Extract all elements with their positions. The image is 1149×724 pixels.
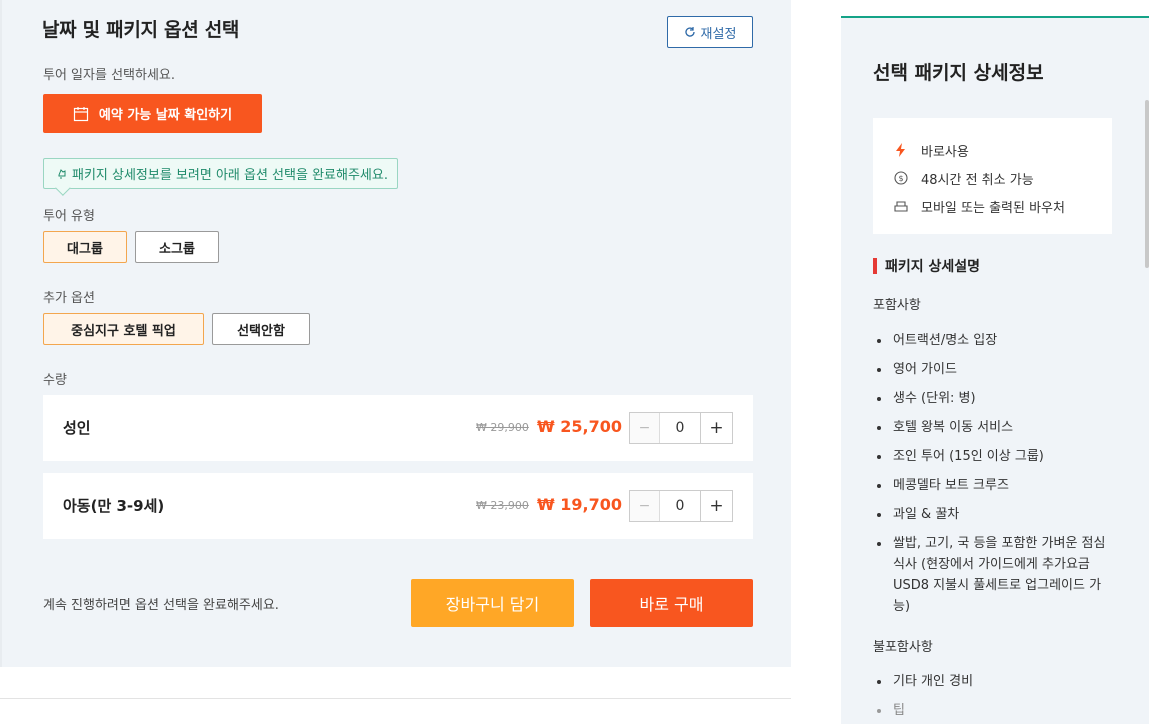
list-item: 쌀밥, 고기, 국 등을 포함한 가벼운 점심 식사 (현장에서 가이드에게 추… xyxy=(873,533,1113,617)
reset-label: 재설정 xyxy=(700,26,737,42)
options-title: 날짜 및 패키지 옵션 선택 xyxy=(42,19,240,41)
check-dates-button[interactable]: 예약 가능 날짜 확인하기 xyxy=(43,94,262,133)
included-label: 포함사항 xyxy=(873,298,921,313)
extra-hotel-pickup[interactable]: 중심지구 호텔 픽업 xyxy=(43,313,204,345)
list-item: 팁 xyxy=(873,700,1113,721)
tip-text: 패키지 상세정보를 보려면 아래 옵션 선택을 완료해주세요. xyxy=(72,168,388,183)
quantity-label: 수량 xyxy=(43,373,67,388)
list-item: 조인 투어 (15인 이상 그룹) xyxy=(873,446,1113,467)
feature-label: 48시간 전 취소 가능 xyxy=(921,172,1034,188)
hint-icon xyxy=(58,168,66,179)
feature-box: 바로사용 $ 48시간 전 취소 가능 모바일 또는 출력된 바우처 xyxy=(873,118,1112,234)
quantity-row-child: 아동(만 3-9세) ₩ 23,900 ₩ 19,700 − 0 + xyxy=(43,473,753,539)
feature-item: $ 48시간 전 취소 가능 xyxy=(893,164,1112,192)
scrollbar[interactable] xyxy=(1145,100,1149,268)
info-tooltip: 패키지 상세정보를 보려면 아래 옵션 선택을 완료해주세요. xyxy=(43,158,398,189)
ticket-name: 성인 xyxy=(63,419,91,437)
excluded-list: 기타 개인 경비 팁 xyxy=(873,671,1113,724)
decrement-button[interactable]: − xyxy=(630,491,660,521)
feature-label: 바로사용 xyxy=(921,144,969,160)
excluded-label: 불포함사항 xyxy=(873,640,933,655)
tour-type-large-group[interactable]: 대그룹 xyxy=(43,231,127,263)
feature-item: 모바일 또는 출력된 바우처 xyxy=(893,192,1112,220)
buy-now-button[interactable]: 바로 구매 xyxy=(590,579,753,627)
reset-button[interactable]: 재설정 xyxy=(667,16,753,48)
quantity-value[interactable]: 0 xyxy=(660,413,700,443)
feature-item: 바로사용 xyxy=(893,136,1112,164)
refresh-icon xyxy=(684,27,695,37)
extra-none[interactable]: 선택안함 xyxy=(212,313,310,345)
included-list: 어트랙션/명소 입장 영어 가이드 생수 (단위: 병) 호텔 왕복 이동 서비… xyxy=(873,330,1113,625)
list-item: 메콩델타 보트 크루즈 xyxy=(873,475,1113,496)
lightning-icon xyxy=(896,143,905,157)
date-subtitle: 투어 일자를 선택하세요. xyxy=(43,68,175,83)
ticket-icon xyxy=(894,201,908,212)
extra-options-label: 추가 옵션 xyxy=(43,291,95,306)
tour-type-label: 투어 유형 xyxy=(43,209,95,224)
original-price: ₩ 29,900 xyxy=(476,421,529,434)
package-detail-heading: 패키지 상세설명 xyxy=(873,256,980,276)
quantity-value[interactable]: 0 xyxy=(660,491,700,521)
list-item: 기타 개인 경비 xyxy=(873,671,1113,692)
list-item: 호텔 왕복 이동 서비스 xyxy=(873,417,1113,438)
divider xyxy=(0,698,791,699)
tour-type-small-group[interactable]: 소그룹 xyxy=(135,231,219,263)
check-dates-label: 예약 가능 날짜 확인하기 xyxy=(98,108,233,123)
original-price: ₩ 23,900 xyxy=(476,499,529,512)
ticket-name: 아동(만 3-9세) xyxy=(63,497,165,515)
svg-text:$: $ xyxy=(898,174,903,183)
add-to-cart-button[interactable]: 장바구니 담기 xyxy=(411,579,574,627)
feature-label: 모바일 또는 출력된 바우처 xyxy=(921,200,1065,216)
sale-price: ₩ 25,700 xyxy=(537,417,622,436)
increment-button[interactable]: + xyxy=(700,413,732,443)
quantity-row-adult: 성인 ₩ 29,900 ₩ 25,700 − 0 + xyxy=(43,395,753,461)
calendar-icon xyxy=(73,106,89,121)
quantity-stepper: − 0 + xyxy=(629,412,733,444)
list-item: 생수 (단위: 병) xyxy=(873,388,1113,409)
continue-hint: 계속 진행하려면 옵션 선택을 완료해주세요. xyxy=(43,598,279,613)
package-detail-panel: 선택 패키지 상세정보 바로사용 $ 48시간 전 취소 가능 모바일 또는 출… xyxy=(841,16,1149,724)
quantity-stepper: − 0 + xyxy=(629,490,733,522)
increment-button[interactable]: + xyxy=(700,491,732,521)
refund-icon: $ xyxy=(894,171,908,185)
list-item: 과일 & 꿀차 xyxy=(873,504,1113,525)
detail-title: 선택 패키지 상세정보 xyxy=(873,62,1044,84)
sale-price: ₩ 19,700 xyxy=(537,495,622,514)
list-item: 영어 가이드 xyxy=(873,359,1113,380)
options-panel: 날짜 및 패키지 옵션 선택 재설정 투어 일자를 선택하세요. 예약 가능 날… xyxy=(0,0,791,667)
decrement-button[interactable]: − xyxy=(630,413,660,443)
list-item: 어트랙션/명소 입장 xyxy=(873,330,1113,351)
